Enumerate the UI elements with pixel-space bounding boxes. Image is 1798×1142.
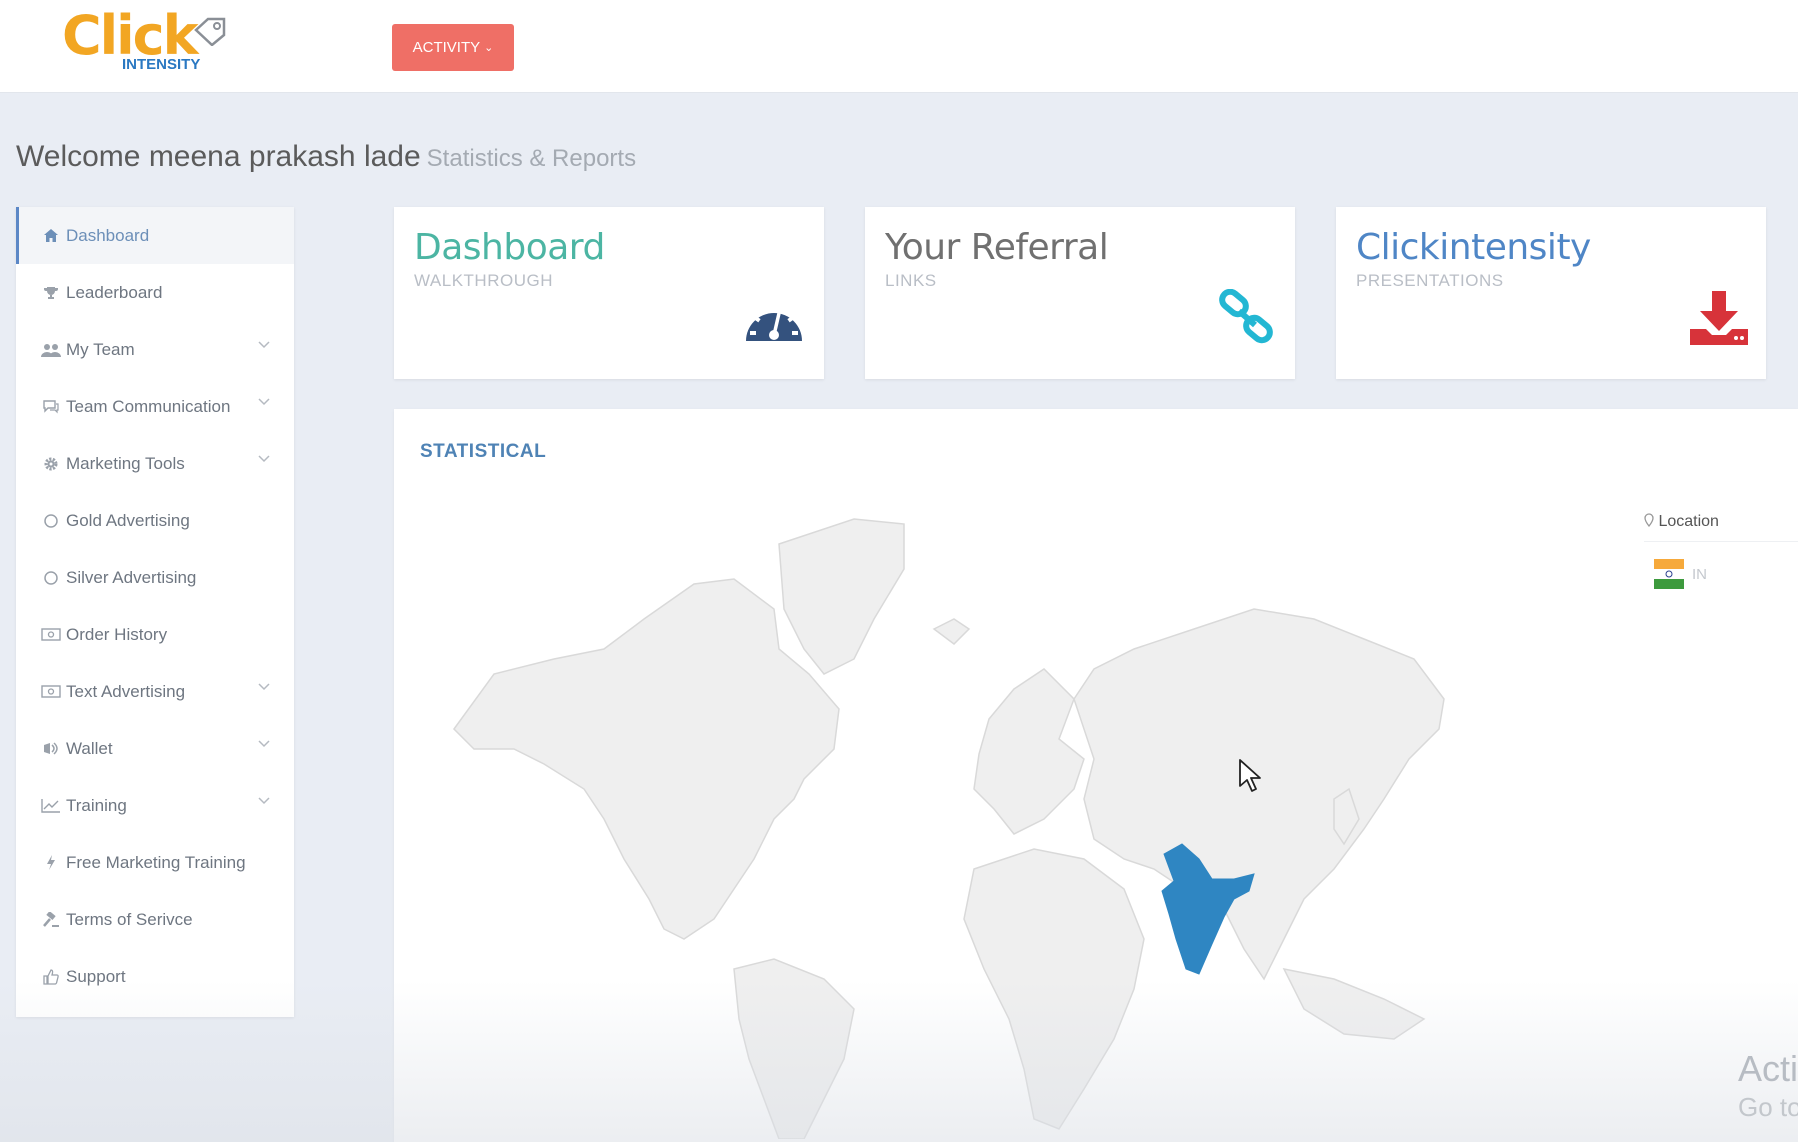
welcome-text: Welcome meena prakash lade: [16, 140, 421, 173]
region-europe[interactable]: [973, 668, 1085, 835]
world-map[interactable]: [434, 499, 1634, 1139]
users-icon: [40, 342, 62, 358]
region-north-america[interactable]: [453, 578, 840, 940]
statistical-panel: STATISTICAL Location IN: [394, 409, 1798, 1142]
speedometer-icon: [746, 305, 802, 341]
sidebar-item-label: Team Communication: [66, 396, 231, 416]
sidebar-item-order-history[interactable]: Order History: [16, 606, 294, 663]
sidebar-item-label: Free Marketing Training: [66, 852, 246, 872]
circle-icon: [40, 570, 62, 586]
sidebar-item-label: My Team: [66, 339, 135, 359]
chart-icon: [40, 798, 62, 813]
chevron-down-icon: [258, 797, 270, 805]
region-africa[interactable]: [963, 848, 1145, 1130]
bolt-icon: [40, 854, 62, 871]
card-subtitle: PRESENTATIONS: [1356, 271, 1504, 290]
sidebar-item-label: Wallet: [66, 738, 113, 758]
money-icon: [40, 685, 62, 698]
location-label: Location: [1658, 513, 1719, 530]
trophy-icon: [40, 285, 62, 301]
statistical-title: STATISTICAL: [420, 441, 547, 462]
activation-watermark: Acti: [1738, 1048, 1798, 1089]
sidebar-item-support[interactable]: Support: [16, 948, 294, 1005]
chevron-down-icon: [258, 683, 270, 691]
sidebar-item-label: Leaderboard: [66, 282, 163, 302]
sidebar-item-label: Dashboard: [66, 225, 150, 245]
referral-links-card[interactable]: Your Referral LINKS: [865, 207, 1295, 379]
region-south-america[interactable]: [733, 958, 855, 1139]
sidebar-item-label: Terms of Serivce: [66, 909, 193, 929]
region-iceland[interactable]: [932, 618, 971, 645]
page-subtitle: Statistics & Reports: [426, 145, 637, 172]
location-header: Location: [1644, 513, 1798, 542]
sidebar-item-label: Gold Advertising: [66, 510, 190, 530]
sidebar-item-silver-advertising[interactable]: Silver Advertising: [16, 549, 294, 606]
sidebar-item-team-communication[interactable]: Team Communication: [16, 378, 294, 435]
sidebar-item-free-marketing-training[interactable]: Free Marketing Training: [16, 834, 294, 891]
gavel-icon: [40, 911, 62, 928]
wallet-icon: [40, 741, 62, 756]
sidebar-item-training[interactable]: Training: [16, 777, 294, 834]
sidebar-item-label: Marketing Tools: [66, 453, 185, 473]
chevron-down-icon: [258, 740, 270, 748]
sidebar-item-gold-advertising[interactable]: Gold Advertising: [16, 492, 294, 549]
sidebar-item-leaderboard[interactable]: Leaderboard: [16, 264, 294, 321]
region-greenland[interactable]: [778, 518, 905, 675]
chevron-down-icon: ⌄: [484, 42, 494, 54]
clickintensity-logo[interactable]: Click INTENSITY: [62, 6, 232, 76]
logo-subtitle: INTENSITY: [122, 56, 201, 73]
mouse-cursor-icon: [1239, 759, 1261, 792]
activity-button[interactable]: ACTIVITY ⌄: [392, 24, 514, 71]
chevron-down-icon: [258, 455, 270, 463]
card-subtitle: LINKS: [885, 271, 937, 290]
card-subtitle: WALKTHROUGH: [414, 271, 553, 290]
chat-icon: [40, 399, 62, 414]
sidebar: Dashboard Leaderboard My Team Team Commu…: [16, 207, 294, 1017]
chevron-down-icon: [258, 398, 270, 406]
sidebar-item-label: Text Advertising: [66, 681, 186, 701]
thumbs-up-icon: [40, 968, 62, 985]
circle-icon: [40, 513, 62, 529]
sidebar-item-marketing-tools[interactable]: Marketing Tools: [16, 435, 294, 492]
india-flag-icon: [1654, 559, 1684, 589]
sidebar-item-wallet[interactable]: Wallet: [16, 720, 294, 777]
activation-watermark-subtext: Go to: [1738, 1092, 1798, 1122]
top-bar: Click INTENSITY ACTIVITY ⌄: [0, 0, 1798, 93]
link-icon: [1219, 289, 1273, 344]
sidebar-item-label: Silver Advertising: [66, 567, 197, 587]
region-southeast-asia[interactable]: [1282, 967, 1426, 1040]
location-code: IN: [1692, 565, 1707, 583]
sidebar-item-label: Training: [66, 795, 127, 815]
sidebar-item-terms-of-service[interactable]: Terms of Serivce: [16, 891, 294, 948]
presentations-card[interactable]: Clickintensity PRESENTATIONS: [1336, 207, 1766, 379]
chevron-down-icon: [258, 341, 270, 349]
map-pin-icon: [1644, 513, 1654, 528]
card-title: Clickintensity: [1356, 227, 1591, 268]
sidebar-item-text-advertising[interactable]: Text Advertising: [16, 663, 294, 720]
money-icon: [40, 628, 62, 641]
home-icon: [40, 228, 62, 243]
sidebar-item-dashboard[interactable]: Dashboard: [16, 207, 294, 264]
sidebar-item-label: Support: [66, 966, 126, 986]
download-icon: [1690, 291, 1748, 345]
sidebar-item-label: Order History: [66, 624, 168, 644]
tag-icon: [194, 17, 226, 46]
card-title: Your Referral: [885, 227, 1109, 268]
location-row[interactable]: IN: [1654, 559, 1707, 589]
card-title: Dashboard: [414, 227, 605, 268]
sidebar-item-my-team[interactable]: My Team: [16, 321, 294, 378]
page-title: Welcome meena prakash lade Statistics & R…: [16, 140, 636, 174]
activity-label: ACTIVITY: [412, 39, 481, 56]
dashboard-walkthrough-card[interactable]: Dashboard WALKTHROUGH: [394, 207, 824, 379]
gear-icon: [40, 456, 62, 472]
